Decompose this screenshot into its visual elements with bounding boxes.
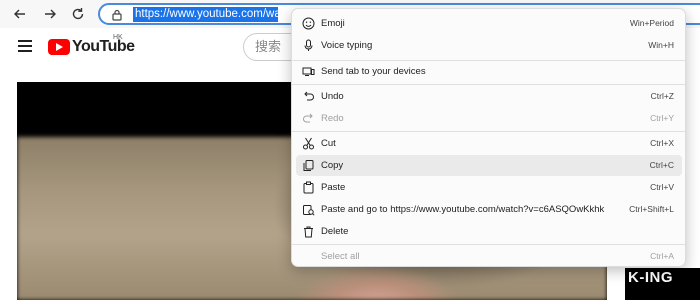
trash-icon [301,224,315,238]
menu-item-shortcut: Ctrl+A [650,251,674,261]
watermark-logo: K-ING [628,269,673,286]
menu-item-label: Redo [321,113,344,124]
menu-separator [292,131,685,132]
menu-item-label: Cut [321,138,336,149]
undo-icon [301,89,315,103]
paste-icon [301,180,315,194]
menu-item-copy[interactable]: Copy Ctrl+C [296,155,682,176]
redo-icon [301,111,315,125]
menu-item-shortcut: Win+Period [629,18,674,28]
menu-icon[interactable] [18,40,32,52]
youtube-play-icon [48,39,70,55]
context-menu: Emoji Win+Period Voice typing Win+H Send… [291,8,686,267]
menu-item-label: Send tab to your devices [321,66,426,77]
menu-item-label: Undo [321,91,344,102]
youtube-logo-text: YouTube [72,38,135,55]
menu-item-shortcut: Ctrl+Z [650,91,674,101]
back-button[interactable] [10,4,30,24]
menu-item-voice-typing[interactable]: Voice typing Win+H [296,35,682,56]
menu-item-paste-and-go[interactable]: Paste and go to https://www.youtube.com/… [296,199,682,220]
menu-separator [292,244,685,245]
menu-item-paste[interactable]: Paste Ctrl+V [296,177,682,198]
menu-item-delete[interactable]: Delete [296,221,682,242]
menu-item-shortcut: Ctrl+V [650,182,674,192]
menu-separator [292,84,685,85]
menu-item-label: Paste and go to https://www.youtube.com/… [321,204,605,215]
menu-item-shortcut: Ctrl+Shift+L [629,204,674,214]
refresh-icon [72,8,84,20]
arrow-left-icon [14,9,25,19]
menu-item-shortcut: Ctrl+Y [650,113,674,123]
menu-item-redo: Redo Ctrl+Y [296,108,682,129]
url-text[interactable]: https://www.youtube.com/watch?v=c6ASQ... [133,7,278,22]
menu-item-label: Voice typing [321,40,373,51]
menu-item-undo[interactable]: Undo Ctrl+Z [296,86,682,107]
menu-item-label: Paste [321,182,346,193]
screen: https://www.youtube.com/watch?v=c6ASQ...… [0,0,700,300]
microphone-icon [301,38,315,52]
menu-item-label: Copy [321,160,344,171]
menu-item-shortcut: Ctrl+X [650,138,674,148]
menu-item-label: Select all [321,251,360,262]
refresh-button[interactable] [68,4,88,24]
devices-icon [301,64,315,78]
lock-icon[interactable] [110,8,124,22]
emoji-icon [301,16,315,30]
menu-item-shortcut: Win+H [648,40,674,50]
menu-item-shortcut: Ctrl+C [649,160,674,170]
menu-item-cut[interactable]: Cut Ctrl+X [296,133,682,154]
arrow-right-icon [45,9,56,19]
menu-item-label: Emoji [321,18,345,29]
scissors-icon [301,136,315,150]
menu-item-emoji[interactable]: Emoji Win+Period [296,13,682,34]
menu-item-label: Delete [321,226,349,237]
region-label: HK [113,34,123,41]
forward-button[interactable] [40,4,60,24]
menu-item-select-all: Select all Ctrl+A [296,246,682,267]
copy-icon [301,158,315,172]
menu-item-send-tab[interactable]: Send tab to your devices [296,61,682,82]
paste-go-icon [301,202,315,216]
